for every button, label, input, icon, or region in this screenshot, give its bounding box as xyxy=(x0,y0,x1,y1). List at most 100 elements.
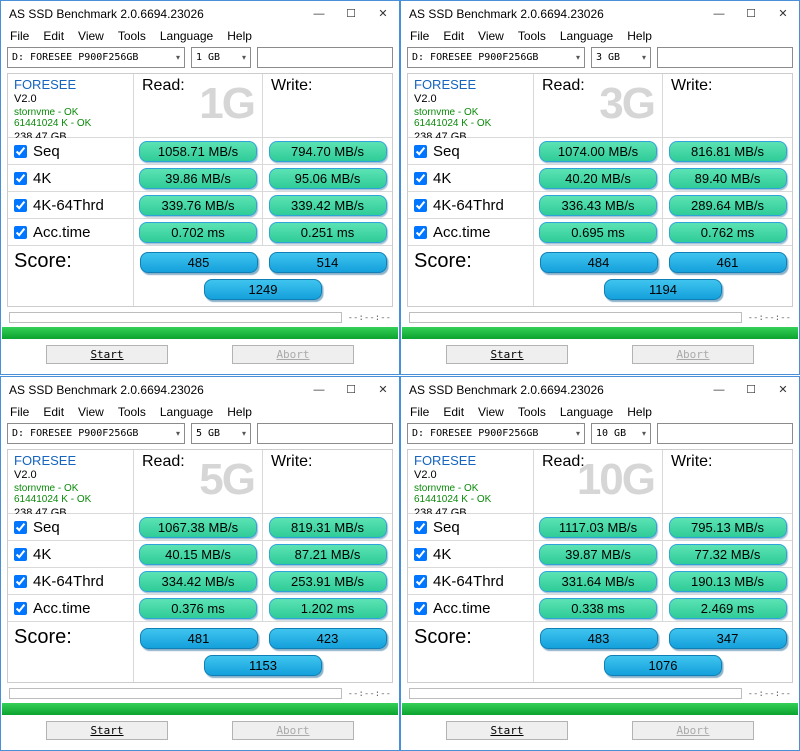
acc-time-checkbox[interactable] xyxy=(14,602,27,615)
read-label: Read: xyxy=(142,77,185,95)
write-header-cell: Write: xyxy=(663,450,792,514)
seq-checkbox[interactable] xyxy=(414,145,427,158)
4k-checkbox[interactable] xyxy=(414,548,427,561)
read-score: 485 xyxy=(140,252,258,273)
score-cell: 485 514 1249 xyxy=(134,246,392,306)
seq-row-label: Seq xyxy=(433,143,460,160)
abort-button[interactable]: Abort xyxy=(232,345,354,364)
driver-status: stornvme - OK xyxy=(14,483,78,494)
seq-read-value: 1067.38 MB/s xyxy=(139,517,257,538)
titlebar[interactable]: AS SSD Benchmark 2.0.6694.23026 — ☐ ✕ xyxy=(401,377,799,402)
minimize-button[interactable]: — xyxy=(703,377,735,402)
test-size-select[interactable]: 3 GB ▾ xyxy=(591,47,651,68)
path-input[interactable] xyxy=(257,423,393,444)
progress-strip xyxy=(9,312,342,323)
menu-tools[interactable]: Tools xyxy=(511,403,553,421)
path-input[interactable] xyxy=(657,423,793,444)
path-input[interactable] xyxy=(657,47,793,68)
menu-file[interactable]: File xyxy=(403,27,436,45)
menu-tools[interactable]: Tools xyxy=(511,27,553,45)
menu-view[interactable]: View xyxy=(71,27,111,45)
close-button[interactable]: ✕ xyxy=(367,377,399,402)
acctime-row-label-cell: Acc.time xyxy=(8,219,134,246)
close-button[interactable]: ✕ xyxy=(767,1,799,26)
maximize-button[interactable]: ☐ xyxy=(735,377,767,402)
drive-select[interactable]: D: FORESEE P900F256GB ▾ xyxy=(407,47,585,68)
drive-brand: FORESEE xyxy=(414,77,476,92)
drive-select[interactable]: D: FORESEE P900F256GB ▾ xyxy=(7,47,185,68)
menu-language[interactable]: Language xyxy=(153,403,220,421)
menu-file[interactable]: File xyxy=(3,27,36,45)
4k-checkbox[interactable] xyxy=(14,172,27,185)
4k-write-value: 77.32 MB/s xyxy=(669,544,787,565)
minimize-button[interactable]: — xyxy=(303,1,335,26)
seq-checkbox[interactable] xyxy=(14,521,27,534)
menu-file[interactable]: File xyxy=(403,403,436,421)
menu-edit[interactable]: Edit xyxy=(36,27,71,45)
drive-select[interactable]: D: FORESEE P900F256GB ▾ xyxy=(407,423,585,444)
close-button[interactable]: ✕ xyxy=(367,1,399,26)
write-header-cell: Write: xyxy=(263,74,392,138)
drive-select[interactable]: D: FORESEE P900F256GB ▾ xyxy=(7,423,185,444)
menu-view[interactable]: View xyxy=(71,403,111,421)
score-label-cell: Score: xyxy=(408,246,534,306)
4k64-write-value: 289.64 MB/s xyxy=(669,195,787,216)
menu-edit[interactable]: Edit xyxy=(436,27,471,45)
menu-language[interactable]: Language xyxy=(153,27,220,45)
menu-file[interactable]: File xyxy=(3,403,36,421)
menu-language[interactable]: Language xyxy=(553,403,620,421)
4k-read-cell: 39.87 MB/s xyxy=(534,541,663,568)
menu-edit[interactable]: Edit xyxy=(36,403,71,421)
4k-write-cell: 77.32 MB/s xyxy=(663,541,792,568)
acc-time-checkbox[interactable] xyxy=(414,226,427,239)
menu-edit[interactable]: Edit xyxy=(436,403,471,421)
titlebar[interactable]: AS SSD Benchmark 2.0.6694.23026 — ☐ ✕ xyxy=(1,1,399,26)
menu-help[interactable]: Help xyxy=(220,27,259,45)
seq-checkbox[interactable] xyxy=(14,145,27,158)
test-size-select[interactable]: 10 GB ▾ xyxy=(591,423,651,444)
benchmark-window-3gb: AS SSD Benchmark 2.0.6694.23026 — ☐ ✕ Fi… xyxy=(400,0,800,375)
menu-help[interactable]: Help xyxy=(220,403,259,421)
minimize-button[interactable]: — xyxy=(303,377,335,402)
titlebar[interactable]: AS SSD Benchmark 2.0.6694.23026 — ☐ ✕ xyxy=(1,377,399,402)
4k-64thrd-checkbox[interactable] xyxy=(14,199,27,212)
menu-help[interactable]: Help xyxy=(620,403,659,421)
read-header-cell: Read: 5G xyxy=(134,450,263,514)
test-size-select[interactable]: 1 GB ▾ xyxy=(191,47,251,68)
4k-checkbox[interactable] xyxy=(414,172,427,185)
path-input[interactable] xyxy=(257,47,393,68)
4k-64thrd-checkbox[interactable] xyxy=(414,199,427,212)
titlebar[interactable]: AS SSD Benchmark 2.0.6694.23026 — ☐ ✕ xyxy=(401,1,799,26)
menu-tools[interactable]: Tools xyxy=(111,27,153,45)
abort-button[interactable]: Abort xyxy=(232,721,354,740)
menu-language[interactable]: Language xyxy=(553,27,620,45)
abort-button[interactable]: Abort xyxy=(632,345,754,364)
acc-time-checkbox[interactable] xyxy=(414,602,427,615)
abort-button[interactable]: Abort xyxy=(632,721,754,740)
driver-status: stornvme - OK xyxy=(414,107,478,118)
button-row: Start Abort xyxy=(1,345,399,364)
test-size-select[interactable]: 5 GB ▾ xyxy=(191,423,251,444)
4k-checkbox[interactable] xyxy=(14,548,27,561)
start-button[interactable]: Start xyxy=(446,345,568,364)
window-title: AS SSD Benchmark 2.0.6694.23026 xyxy=(9,7,204,21)
menu-view[interactable]: View xyxy=(471,403,511,421)
score-cell: 483 347 1076 xyxy=(534,622,792,682)
menu-view[interactable]: View xyxy=(471,27,511,45)
4k-64thrd-checkbox[interactable] xyxy=(14,575,27,588)
start-button[interactable]: Start xyxy=(46,345,168,364)
maximize-button[interactable]: ☐ xyxy=(735,1,767,26)
4k-64thrd-checkbox[interactable] xyxy=(414,575,427,588)
seq-checkbox[interactable] xyxy=(414,521,427,534)
close-button[interactable]: ✕ xyxy=(767,377,799,402)
maximize-button[interactable]: ☐ xyxy=(335,1,367,26)
menu-help[interactable]: Help xyxy=(620,27,659,45)
minimize-button[interactable]: — xyxy=(703,1,735,26)
start-button[interactable]: Start xyxy=(46,721,168,740)
menu-tools[interactable]: Tools xyxy=(111,403,153,421)
write-label: Write: xyxy=(271,77,312,95)
maximize-button[interactable]: ☐ xyxy=(335,377,367,402)
acc-time-checkbox[interactable] xyxy=(14,226,27,239)
write-header-cell: Write: xyxy=(663,74,792,138)
start-button[interactable]: Start xyxy=(446,721,568,740)
